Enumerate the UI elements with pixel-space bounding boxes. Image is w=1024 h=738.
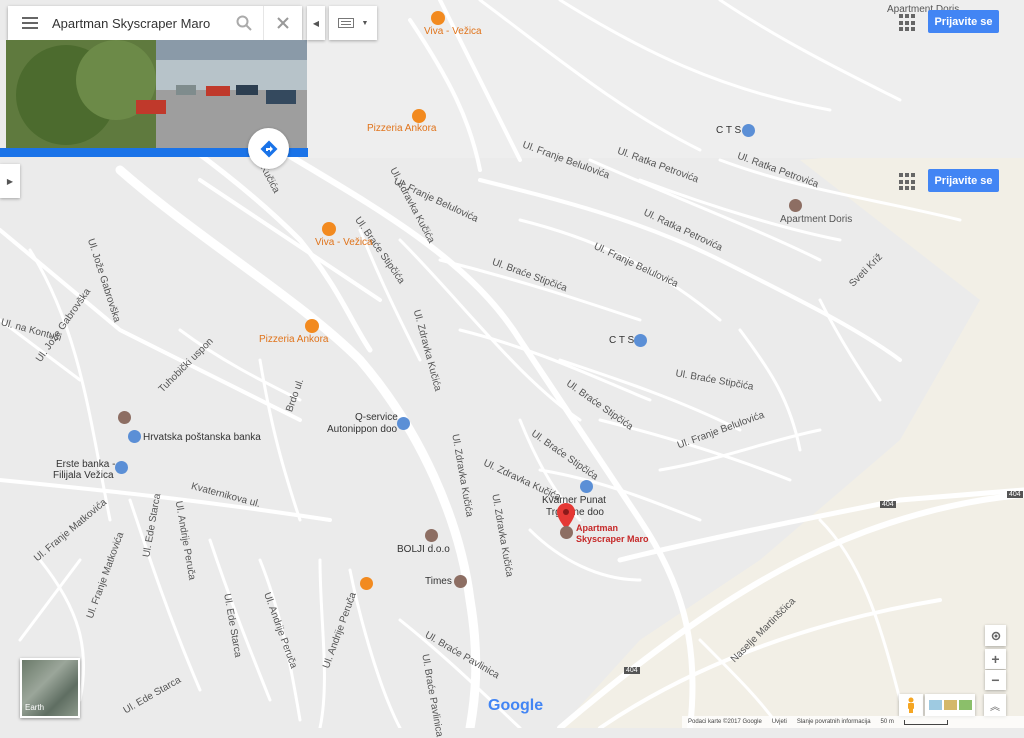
poi-hpb[interactable] (128, 430, 141, 448)
road-shield: 404 (880, 501, 896, 508)
minus-icon: − (991, 672, 1000, 688)
apps-button[interactable] (899, 173, 917, 191)
google-logo-text: Google (488, 697, 544, 714)
sign-in-button[interactable]: Prijavite se (928, 169, 999, 192)
scale-bar (903, 719, 948, 725)
pegman-icon (908, 697, 914, 713)
apps-button[interactable] (899, 14, 917, 32)
sign-in-button[interactable]: Prijavite se (928, 10, 999, 33)
poi-cts[interactable] (634, 334, 647, 352)
clear-search-button[interactable] (263, 6, 302, 40)
poi-label[interactable]: Filijala Vežica (53, 470, 114, 481)
poi-cts-top[interactable] (742, 124, 755, 142)
caret-down-icon: ▼ (361, 19, 369, 27)
my-location-button[interactable] (985, 625, 1006, 646)
collapse-imagery-button[interactable]: ︽ (984, 694, 1006, 716)
place-icon (454, 575, 467, 588)
place-icon (425, 529, 438, 542)
directions-icon (260, 140, 277, 157)
poi-erste[interactable] (115, 461, 128, 479)
road-shield: 404 (624, 667, 640, 674)
google-logo: Google (488, 697, 543, 715)
atm-icon (128, 430, 141, 443)
close-icon (277, 17, 289, 29)
food-icon (431, 11, 445, 25)
earth-label: Earth (25, 703, 45, 712)
food-icon (412, 109, 426, 123)
lodging-icon (560, 526, 573, 539)
poi-label[interactable]: C T S (609, 335, 634, 346)
search-button[interactable] (225, 6, 263, 40)
input-tools-button[interactable]: ▼ (329, 6, 377, 40)
apps-grid-icon (899, 14, 917, 32)
lodging-icon (789, 199, 802, 212)
poi-label[interactable]: Autonippon doo (327, 424, 397, 435)
caret-right-icon: ▶ (6, 176, 14, 186)
caret-left-icon: ◀ (312, 18, 320, 28)
pegman-button[interactable] (899, 694, 923, 716)
attribution-bar: Podaci karte ©2017 Google Uvjeti Slanje … (682, 716, 1024, 728)
poi-label[interactable]: Pizzeria Ankora (259, 334, 328, 345)
bar-icon (360, 577, 373, 590)
selected-place-label[interactable]: Apartman (576, 523, 618, 533)
poi-label[interactable]: Q-service (355, 412, 398, 423)
poi-label[interactable]: Viva - Vežica (315, 237, 373, 248)
feedback-link[interactable]: Slanje povratnih informacija (797, 719, 871, 725)
food-icon (305, 319, 319, 333)
poi-label[interactable]: Apartment Doris (780, 214, 852, 225)
keyboard-icon (337, 18, 354, 28)
collapse-panel-button[interactable]: ◀ (307, 6, 325, 40)
menu-button[interactable] (8, 6, 52, 40)
shopping-icon (397, 417, 410, 430)
directions-button[interactable] (248, 128, 289, 169)
poi-label[interactable]: BOLJI d.o.o (397, 544, 450, 555)
poi-times[interactable] (454, 575, 467, 593)
layers-icon (958, 700, 972, 710)
search-icon (236, 15, 252, 31)
my-location-icon (991, 631, 1000, 640)
terms-link[interactable]: Uvjeti (772, 719, 787, 725)
apps-grid-icon (899, 173, 917, 191)
hamburger-icon (22, 17, 38, 29)
atm-icon (115, 461, 128, 474)
zoom-in-button[interactable]: + (985, 649, 1006, 669)
layers-toggle[interactable] (925, 694, 975, 716)
plus-icon: + (991, 651, 1000, 667)
layers-icon (943, 700, 957, 710)
selected-place-label[interactable]: Skyscraper Maro (576, 534, 649, 544)
poi-label[interactable]: Pizzeria Ankora (367, 123, 436, 134)
poi-label[interactable]: Trgovine doo (546, 507, 604, 518)
shopping-icon (742, 124, 755, 137)
place-icon (118, 411, 131, 424)
poi-label[interactable]: Viva - Vežica (424, 26, 482, 37)
zoom-out-button[interactable]: − (985, 670, 1006, 690)
poi-label[interactable]: C T S (716, 125, 741, 136)
food-icon (322, 222, 336, 236)
poi-bar[interactable] (360, 577, 373, 595)
shopping-icon (634, 334, 647, 347)
poi-label[interactable]: Times (425, 576, 452, 587)
search-box: Apartman Skyscraper Maro (8, 6, 302, 40)
layers-icon (928, 700, 942, 710)
poi-label[interactable]: Hrvatska poštanska banka (143, 432, 261, 443)
map-data-credit: Podaci karte ©2017 Google (688, 719, 762, 725)
earth-view-toggle[interactable]: Earth (20, 658, 80, 718)
shopping-cart-icon (580, 480, 593, 493)
scale-label: 50 m (880, 719, 894, 725)
poi-autonippon[interactable] (397, 417, 410, 435)
selected-lodging-marker[interactable] (560, 526, 573, 544)
poi-label[interactable]: Erste banka - (56, 459, 115, 470)
expand-side-panel-button[interactable]: ▶ (0, 164, 20, 198)
chevron-up-icon: ︽ (990, 701, 1000, 713)
search-input[interactable]: Apartman Skyscraper Maro (52, 16, 225, 31)
road-shield: 404 (1007, 491, 1023, 498)
poi-generic[interactable] (118, 411, 131, 429)
